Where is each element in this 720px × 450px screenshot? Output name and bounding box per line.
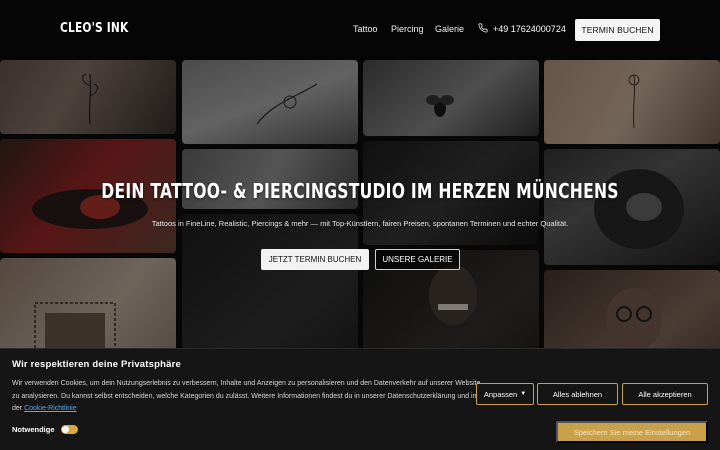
cookie-policy-link[interactable]: Cookie-Richtlinie — [24, 405, 77, 412]
save-preferences-button[interactable]: Speichern Sie meine Einstellungen — [556, 421, 708, 443]
caret-down-icon: ▼ — [520, 391, 527, 397]
nav-piercing[interactable]: Piercing — [391, 24, 424, 34]
hero-subtitle: Tattoos in FineLine, Realistic, Piercing… — [151, 219, 569, 228]
necessary-label: Notwendige — [12, 425, 55, 434]
cookie-title: Wir respektieren deine Privatsphäre — [12, 359, 182, 370]
nav-galerie[interactable]: Galerie — [435, 24, 464, 34]
necessary-toggle[interactable] — [60, 425, 78, 434]
header-book-button[interactable]: TERMIN BUCHEN — [575, 19, 660, 41]
phone-icon — [478, 23, 488, 35]
cookie-banner: Wir respektieren deine Privatsphäre Wir … — [0, 348, 720, 450]
phone-number: +49 17624000724 — [493, 24, 566, 34]
accept-all-button[interactable]: Alle akzeptieren — [622, 383, 708, 405]
phone-link[interactable]: +49 17624000724 — [478, 23, 566, 35]
necessary-cookies-row: Notwendige — [12, 425, 78, 434]
nav-tattoo[interactable]: Tattoo — [353, 24, 378, 34]
hero-title: DEIN TATTOO- & PIERCINGSTUDIO IM HERZEN … — [101, 179, 619, 203]
gallery-button[interactable]: UNSERE GALERIE — [375, 249, 460, 270]
reject-all-button[interactable]: Alles ablehnen — [537, 383, 618, 405]
cookie-text: Wir verwenden Cookies, um dein Nutzungse… — [12, 378, 482, 416]
customize-button[interactable]: Anpassen ▼ — [476, 383, 534, 405]
book-appointment-button[interactable]: JETZT TERMIN BUCHEN — [261, 249, 369, 270]
customize-label: Anpassen — [483, 389, 518, 399]
site-header: CLEO'S INK Tattoo Piercing Galerie +49 1… — [0, 0, 720, 60]
cookie-description: Wir verwenden Cookies, um dein Nutzungse… — [12, 380, 481, 412]
logo[interactable]: CLEO'S INK — [60, 21, 128, 36]
